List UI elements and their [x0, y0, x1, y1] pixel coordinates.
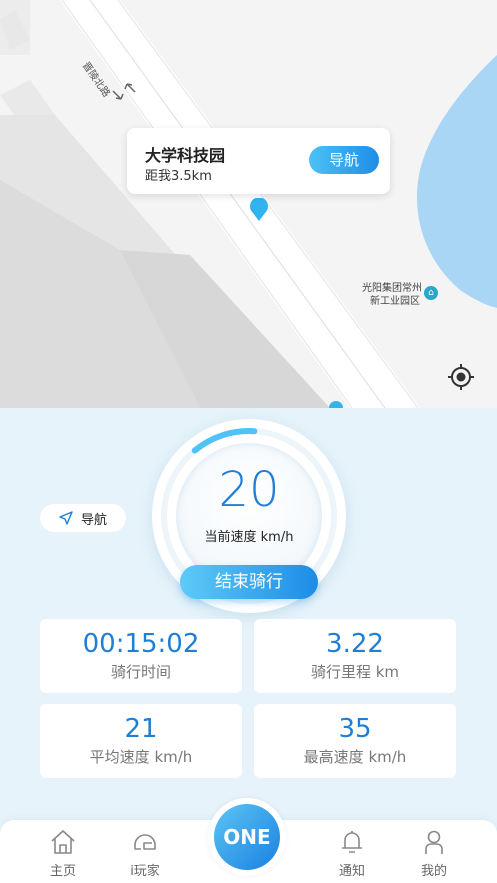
locate-target-icon [448, 364, 474, 390]
stat-label: 骑行里程 km [310, 663, 400, 681]
current-speed-value: 20 [218, 462, 280, 518]
stat-card-max-speed: 35 最高速度 km/h [254, 704, 456, 778]
navigation-arrow-icon [59, 511, 73, 525]
one-logo: ONE [214, 804, 280, 870]
stat-label: 骑行时间 [110, 663, 171, 681]
building-icon: ⌂ [424, 286, 438, 300]
destination-name: 大学科技园 [145, 146, 226, 165]
stat-card-average-speed: 21 平均速度 km/h [40, 704, 242, 778]
map-pin-icon[interactable] [248, 198, 270, 222]
tab-notify[interactable]: 通知 [322, 826, 382, 879]
destination-card[interactable]: 大学科技园 距我3.5km 导航 [127, 128, 390, 194]
stat-value: 21 [124, 714, 158, 744]
stat-value: 3.22 [326, 629, 384, 659]
helmet-icon [134, 834, 156, 850]
destination-distance: 距我3.5km [145, 169, 212, 184]
stat-card-distance: 3.22 骑行里程 km [254, 619, 456, 693]
bell-icon [342, 831, 362, 853]
one-center-button[interactable]: ONE [208, 798, 286, 876]
destination-navigate-button[interactable]: 导航 [309, 146, 379, 174]
stat-value: 00:15:02 [82, 629, 200, 659]
stat-card-ride-time: 00:15:02 骑行时间 [40, 619, 242, 693]
tab-mine[interactable]: 我的 [404, 826, 464, 879]
stat-label: 平均速度 km/h [89, 748, 193, 766]
navigate-button-label: 导航 [80, 512, 107, 528]
navigate-button[interactable]: 导航 [40, 504, 126, 532]
tab-notify-label: 通知 [338, 864, 365, 879]
stat-value: 35 [338, 714, 372, 744]
user-icon [425, 830, 443, 854]
tab-home[interactable]: 主页 [33, 826, 93, 879]
home-icon [51, 830, 75, 854]
current-speed-label: 当前速度 km/h [204, 530, 294, 545]
end-ride-button[interactable]: 结束骑行 [180, 565, 318, 599]
tab-mine-label: 我的 [420, 864, 447, 879]
tab-home-label: 主页 [49, 864, 76, 879]
tab-play-label: i玩家 [130, 864, 160, 879]
map-pin-icon-secondary [329, 401, 343, 408]
tab-play[interactable]: i玩家 [115, 826, 175, 879]
locate-button[interactable] [446, 362, 476, 392]
stat-label: 最高速度 km/h [303, 748, 407, 766]
map-view[interactable]: 晋陵北路 光阳集团常州 新工业园区 ⌂ 大学科技园 距我3.5km 导航 [0, 0, 497, 408]
